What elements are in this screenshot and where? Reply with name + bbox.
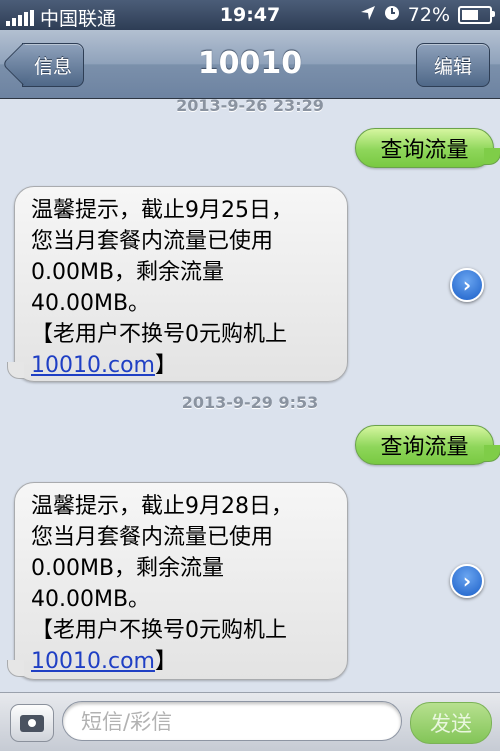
message-line: 40.00MB。 (31, 587, 151, 612)
message-link-line: 10010.com】 (31, 350, 337, 381)
edit-button[interactable]: 编辑 (416, 43, 490, 87)
camera-lens (26, 717, 38, 729)
composer-bar: 短信/彩信 发送 (0, 692, 500, 751)
message-link[interactable]: 10010.com (31, 649, 155, 674)
status-right: 72% (360, 4, 495, 26)
clock-icon (384, 4, 400, 26)
navigation-bar: 信息 10010 编辑 (0, 30, 500, 99)
battery-icon (458, 6, 495, 24)
message-input[interactable]: 短信/彩信 (62, 701, 402, 741)
sent-message-bubble[interactable]: 查询流量 (355, 425, 500, 465)
message-line: 您当月套餐内流量已使用 (31, 229, 274, 254)
received-message-bubble[interactable]: 温馨提示，截止9月25日， 您当月套餐内流量已使用 0.00MB，剩余流量 40… (7, 186, 348, 382)
message-line: 40.00MB。 (31, 291, 151, 316)
disclosure-chevron-icon[interactable]: › (450, 564, 484, 598)
camera-button[interactable] (10, 704, 54, 742)
message-link-line: 10010.com】 (31, 646, 337, 677)
message-link-tail: 】 (154, 649, 177, 674)
battery-percent: 72% (407, 4, 450, 26)
message-link-tail: 】 (154, 353, 177, 378)
message-line: 您当月套餐内流量已使用 (31, 525, 274, 550)
message-link[interactable]: 10010.com (31, 353, 155, 378)
message-line: 温馨提示，截止9月25日， (31, 198, 293, 223)
sent-message-bubble[interactable]: 查询流量 (355, 128, 500, 168)
message-line: 【老用户不换号0元购机上 (31, 618, 287, 643)
disclosure-chevron-icon[interactable]: › (450, 268, 484, 302)
location-arrow-icon (360, 4, 376, 26)
back-button[interactable]: 信息 (22, 43, 84, 87)
message-line: 【老用户不换号0元购机上 (31, 322, 287, 347)
send-button[interactable]: 发送 (410, 702, 492, 744)
status-bar: 中国联通 19:47 72% (0, 0, 500, 30)
message-line: 温馨提示，截止9月28日， (31, 494, 293, 519)
message-line: 0.00MB，剩余流量 (31, 556, 225, 581)
message-timestamp: 2013-9-26 23:29 (176, 96, 324, 115)
received-message-bubble[interactable]: 温馨提示，截止9月28日， 您当月套餐内流量已使用 0.00MB，剩余流量 40… (7, 482, 348, 680)
message-timestamp: 2013-9-29 9:53 (181, 393, 319, 412)
message-line: 0.00MB，剩余流量 (31, 260, 225, 285)
